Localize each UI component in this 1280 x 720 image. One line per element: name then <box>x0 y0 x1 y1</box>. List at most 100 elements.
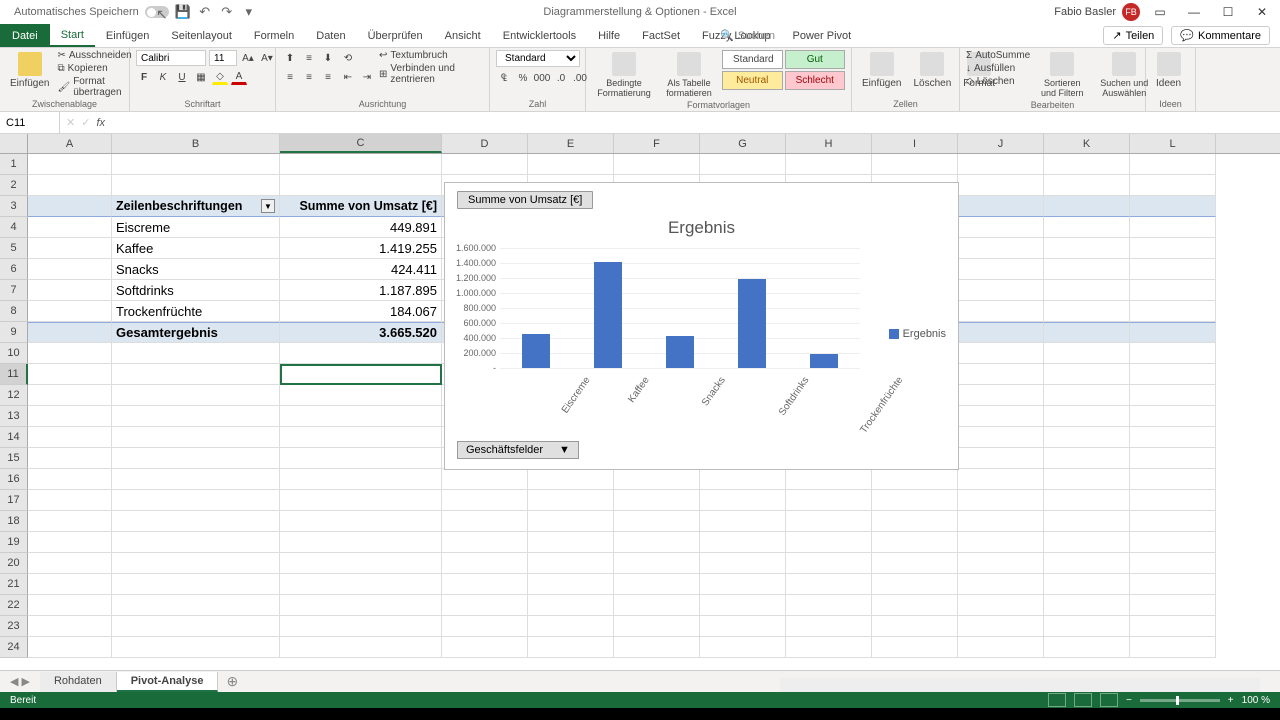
cell-B7[interactable]: Softdrinks <box>112 280 280 301</box>
cell-L24[interactable] <box>1130 637 1216 658</box>
cell-K8[interactable] <box>1044 301 1130 322</box>
col-header-G[interactable]: G <box>700 134 786 153</box>
normal-view-icon[interactable] <box>1048 693 1066 707</box>
tab-daten[interactable]: Daten <box>305 24 356 47</box>
row-header-2[interactable]: 2 <box>0 175 28 196</box>
row-header-14[interactable]: 14 <box>0 427 28 448</box>
tab-ansicht[interactable]: Ansicht <box>434 24 492 47</box>
underline-button[interactable]: U <box>174 69 190 85</box>
fill-color-button[interactable]: ◇ <box>212 69 228 85</box>
col-header-E[interactable]: E <box>528 134 614 153</box>
cell-B17[interactable] <box>112 490 280 511</box>
cell-L10[interactable] <box>1130 343 1216 364</box>
cell-A22[interactable] <box>28 595 112 616</box>
cell-K14[interactable] <box>1044 427 1130 448</box>
cell-A10[interactable] <box>28 343 112 364</box>
cell-L21[interactable] <box>1130 574 1216 595</box>
maximize-icon[interactable]: ☐ <box>1214 1 1242 23</box>
cell-K5[interactable] <box>1044 238 1130 259</box>
cell-G23[interactable] <box>700 616 786 637</box>
save-icon[interactable]: 💾 <box>175 4 191 20</box>
cell-B11[interactable] <box>112 364 280 385</box>
cut-button[interactable]: ✂Ausschneiden <box>57 50 131 61</box>
cell-B12[interactable] <box>112 385 280 406</box>
zoom-in-icon[interactable]: + <box>1228 695 1234 706</box>
cell-J5[interactable] <box>958 238 1044 259</box>
cell-J15[interactable] <box>958 448 1044 469</box>
cell-L1[interactable] <box>1130 154 1216 175</box>
cell-A15[interactable] <box>28 448 112 469</box>
row-header-23[interactable]: 23 <box>0 616 28 637</box>
cell-E16[interactable] <box>528 469 614 490</box>
cell-D1[interactable] <box>442 154 528 175</box>
cell-J19[interactable] <box>958 532 1044 553</box>
cell-F22[interactable] <box>614 595 700 616</box>
minimize-icon[interactable]: — <box>1180 1 1208 23</box>
cell-I17[interactable] <box>872 490 958 511</box>
cell-H24[interactable] <box>786 637 872 658</box>
cell-L4[interactable] <box>1130 217 1216 238</box>
sort-filter-button[interactable]: Sortieren und Filtern <box>1034 50 1090 100</box>
cell-C16[interactable] <box>280 469 442 490</box>
fill-button[interactable]: ↓Ausfüllen <box>966 63 1030 74</box>
cell-C5[interactable]: 1.419.255 <box>280 238 442 259</box>
cell-J9[interactable] <box>958 322 1044 343</box>
cell-L5[interactable] <box>1130 238 1216 259</box>
sheet-nav-arrows[interactable]: ◀ ▶ <box>0 675 40 688</box>
row-header-20[interactable]: 20 <box>0 553 28 574</box>
cell-J23[interactable] <box>958 616 1044 637</box>
cell-B16[interactable] <box>112 469 280 490</box>
decrease-font-icon[interactable]: A▾ <box>259 50 275 66</box>
font-color-button[interactable]: A <box>231 69 247 85</box>
cell-A23[interactable] <box>28 616 112 637</box>
cell-J21[interactable] <box>958 574 1044 595</box>
increase-font-icon[interactable]: A▴ <box>240 50 256 66</box>
cancel-formula-icon[interactable]: ✕ <box>66 116 75 129</box>
tab-entwicklertools[interactable]: Entwicklertools <box>492 24 587 47</box>
cell-I24[interactable] <box>872 637 958 658</box>
cell-A21[interactable] <box>28 574 112 595</box>
cell-J18[interactable] <box>958 511 1044 532</box>
row-header-19[interactable]: 19 <box>0 532 28 553</box>
ribbon-display-icon[interactable]: ▭ <box>1146 1 1174 23</box>
cell-L18[interactable] <box>1130 511 1216 532</box>
row-header-15[interactable]: 15 <box>0 448 28 469</box>
cell-D21[interactable] <box>442 574 528 595</box>
cell-K1[interactable] <box>1044 154 1130 175</box>
horizontal-scrollbar[interactable] <box>780 678 1260 692</box>
cell-K18[interactable] <box>1044 511 1130 532</box>
format-as-table-button[interactable]: Als Tabelle formatieren <box>660 50 718 100</box>
cell-C17[interactable] <box>280 490 442 511</box>
merge-button[interactable]: ⊞Verbinden und zentrieren <box>379 63 483 85</box>
cell-E20[interactable] <box>528 553 614 574</box>
cell-E21[interactable] <box>528 574 614 595</box>
cell-A14[interactable] <box>28 427 112 448</box>
cell-H20[interactable] <box>786 553 872 574</box>
tab-start[interactable]: Start <box>50 24 95 47</box>
cell-D19[interactable] <box>442 532 528 553</box>
cell-A8[interactable] <box>28 301 112 322</box>
comments-button[interactable]: 💬 Kommentare <box>1171 26 1270 45</box>
cell-K22[interactable] <box>1044 595 1130 616</box>
cell-J11[interactable] <box>958 364 1044 385</box>
row-header-4[interactable]: 4 <box>0 217 28 238</box>
cell-B9[interactable]: Gesamtergebnis <box>112 322 280 343</box>
cell-I23[interactable] <box>872 616 958 637</box>
cell-style-schlecht[interactable]: Schlecht <box>785 71 846 90</box>
cell-H16[interactable] <box>786 469 872 490</box>
cell-D16[interactable] <box>442 469 528 490</box>
row-header-22[interactable]: 22 <box>0 595 28 616</box>
increase-indent-icon[interactable]: ⇥ <box>359 69 375 85</box>
cell-F21[interactable] <box>614 574 700 595</box>
row-header-7[interactable]: 7 <box>0 280 28 301</box>
row-header-10[interactable]: 10 <box>0 343 28 364</box>
cell-K13[interactable] <box>1044 406 1130 427</box>
cell-B4[interactable]: Eiscreme <box>112 217 280 238</box>
row-header-6[interactable]: 6 <box>0 259 28 280</box>
sheet-tab-pivot-analyse[interactable]: Pivot-Analyse <box>117 672 219 692</box>
cell-B5[interactable]: Kaffee <box>112 238 280 259</box>
page-layout-view-icon[interactable] <box>1074 693 1092 707</box>
cell-D18[interactable] <box>442 511 528 532</box>
cell-A19[interactable] <box>28 532 112 553</box>
cell-C20[interactable] <box>280 553 442 574</box>
